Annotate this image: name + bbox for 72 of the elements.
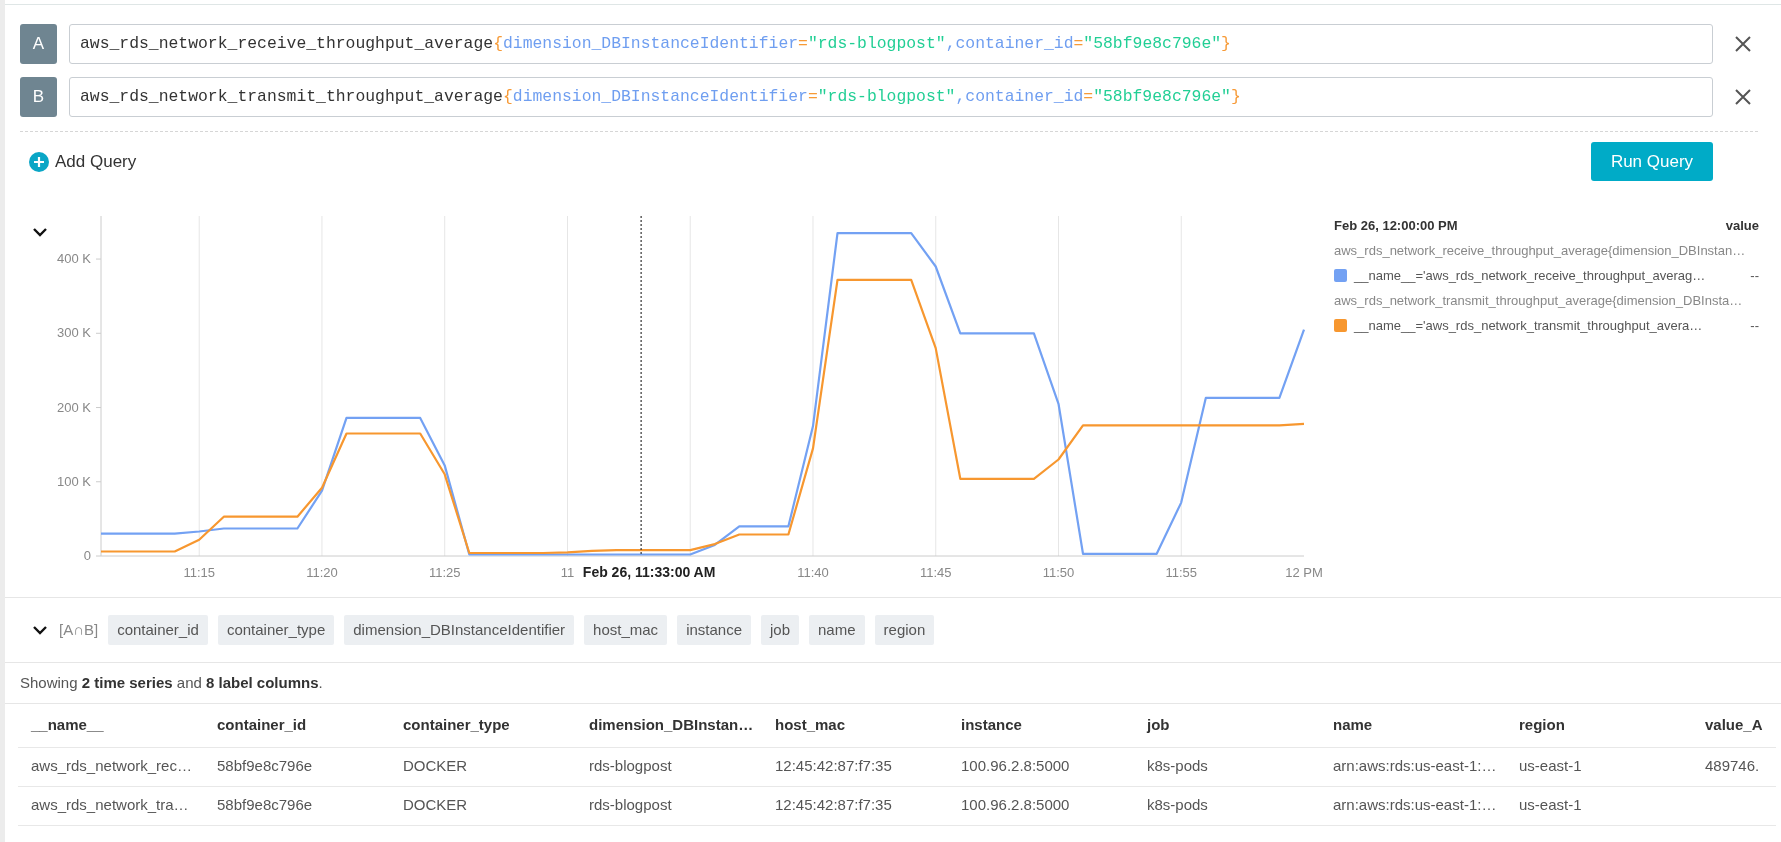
axis-label: 11:25 <box>428 565 461 580</box>
table-cell: 489746. <box>1692 747 1776 786</box>
legend-value: -- <box>1750 316 1759 335</box>
legend-swatch[interactable] <box>1334 269 1347 282</box>
add-query-button[interactable]: Add Query <box>29 148 137 175</box>
table-cell: arn:aws:rds:us-east-1:… <box>1320 747 1506 786</box>
axis-label: 11:15 <box>183 565 215 580</box>
legend-heading: value <box>1725 216 1759 235</box>
axis-label: 300 K <box>57 325 91 341</box>
legend-swatch[interactable] <box>1334 319 1347 332</box>
query-letter: A <box>20 24 57 64</box>
table-cell: arn:aws:rds:us-east-1:… <box>1320 786 1506 825</box>
table-cell: aws_rds_network_rec… <box>18 747 204 786</box>
table-cell: 12:45:42:87:f7:35 <box>762 747 948 786</box>
axis-label: 11:45 <box>919 565 952 580</box>
axis-label: 11:55 <box>1165 565 1198 580</box>
legend-query: aws_rds_network_transmit_throughput_average{dimension_DBInsta… <box>1334 291 1743 310</box>
table-cell: us-east-1 <box>1506 786 1692 825</box>
column-header[interactable]: job <box>1134 704 1320 747</box>
column-header[interactable]: region <box>1506 704 1692 747</box>
axis-label: 0 <box>83 548 91 563</box>
plus-icon <box>29 151 49 172</box>
axis-label: 12 PM <box>1285 565 1323 580</box>
axis-label: 11 <box>560 565 575 580</box>
table-cell: 100.96.2.8:5000 <box>948 786 1134 825</box>
query-letter: B <box>20 77 57 117</box>
label-chip[interactable]: container_type <box>217 614 335 646</box>
set-label: [A∩B] <box>59 619 99 640</box>
query-field[interactable]: aws_rds_network_transmit_throughput_average{dimension_DBInstanceIdentifier="rds-blogpost",container_id="58bf9e8c796e"} <box>69 77 1713 117</box>
table-cell: 58bf9e8c796e <box>204 786 390 825</box>
close-icon <box>1734 35 1752 53</box>
table-cell: 58bf9e8c796e <box>204 747 390 786</box>
table-cell: DOCKER <box>390 786 576 825</box>
table-cell: rds-blogpost <box>576 747 762 786</box>
legend-value: -- <box>1750 266 1759 285</box>
axis-label: 100 K <box>57 473 91 489</box>
column-header[interactable]: host_mac <box>762 704 948 747</box>
table-cell: 12:45:42:87:f7:35 <box>762 786 948 825</box>
label-chip[interactable]: host_mac <box>584 614 668 646</box>
table-cell: DOCKER <box>390 747 576 786</box>
column-header[interactable]: container_id <box>204 704 390 747</box>
table-cell: rds-blogpost <box>576 786 762 825</box>
query-field[interactable]: aws_rds_network_receive_throughput_average{dimension_DBInstanceIdentifier="rds-blogpost",container_id="58bf9e8c796e"} <box>69 24 1713 64</box>
column-header[interactable]: value_A <box>1692 704 1776 747</box>
label-chip[interactable]: dimension_DBInstanceIdentifier <box>344 614 575 646</box>
axis-label: 11:40 <box>797 565 829 580</box>
axis-label: 11:20 <box>306 565 338 580</box>
legend-time: Feb 26, 12:00:00 PM <box>1334 216 1458 235</box>
label-chip[interactable]: name <box>809 614 865 646</box>
summary-text: Showing 2 time series and 8 label columns. <box>20 672 323 693</box>
column-header[interactable]: name <box>1320 704 1506 747</box>
column-header[interactable]: __name__ <box>18 704 204 747</box>
legend-series[interactable]: __name__='aws_rds_network_receive_throughput_averag… <box>1354 265 1706 286</box>
column-header[interactable]: dimension_DBInstan… <box>576 704 762 747</box>
table-cell: 100.96.2.8:5000 <box>948 747 1134 786</box>
axis-label: 400 K <box>57 251 91 267</box>
crosshair-label: Feb 26, 11:33:00 AM <box>582 564 716 580</box>
table-cell: us-east-1 <box>1506 747 1692 786</box>
close-icon <box>1734 88 1752 106</box>
column-header[interactable]: container_type <box>390 704 576 747</box>
label-chip[interactable]: instance <box>677 614 751 646</box>
legend-query: aws_rds_network_receive_throughput_average{dimension_DBInstan… <box>1334 241 1746 260</box>
label-chip[interactable]: region <box>874 614 935 646</box>
table-cell: k8s-pods <box>1134 747 1320 786</box>
axis-label: 200 K <box>57 399 91 415</box>
column-header[interactable]: instance <box>948 704 1134 747</box>
legend-series[interactable]: __name__='aws_rds_network_transmit_throughput_avera… <box>1354 315 1703 336</box>
axis-label: 11:50 <box>1042 565 1075 580</box>
table-cell: aws_rds_network_tra… <box>18 786 204 825</box>
label-chip[interactable]: container_id <box>108 614 208 646</box>
table-cell: k8s-pods <box>1134 786 1320 825</box>
label-chip[interactable]: job <box>761 614 800 646</box>
